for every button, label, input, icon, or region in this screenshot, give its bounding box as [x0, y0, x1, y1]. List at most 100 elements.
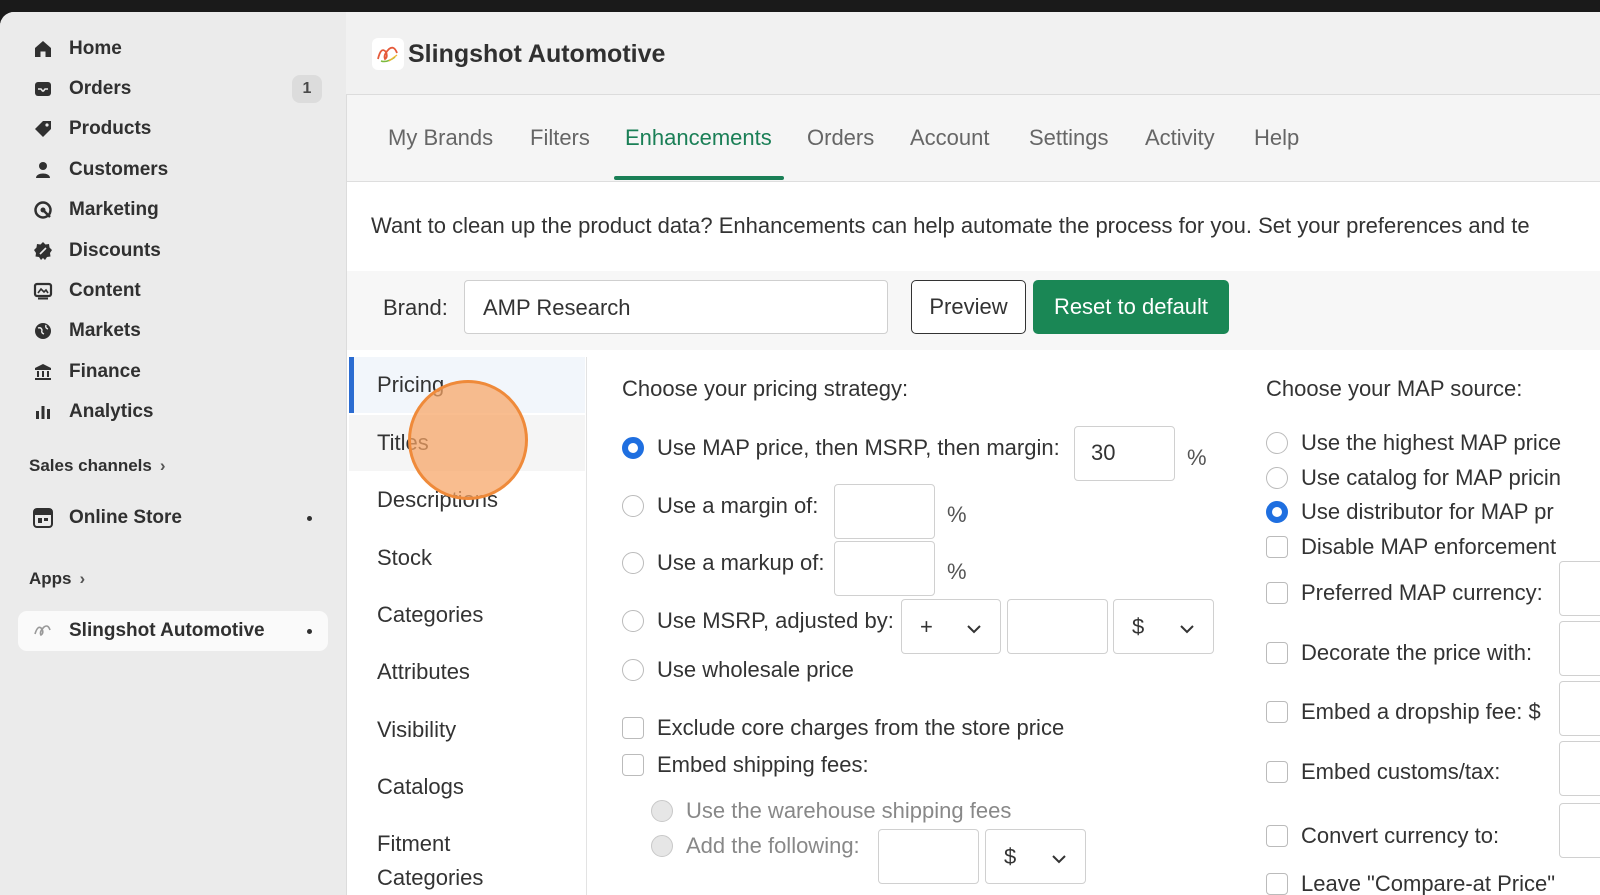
- checkbox[interactable]: [1266, 536, 1288, 558]
- subnav-attributes[interactable]: Attributes: [349, 644, 585, 700]
- sidebar-item-online-store[interactable]: Online Store: [18, 499, 328, 537]
- subnav-visibility[interactable]: Visibility: [349, 702, 585, 758]
- msrp-adjust-input[interactable]: [1007, 599, 1108, 654]
- map-currency-checkbox[interactable]: Preferred MAP currency:: [1266, 580, 1543, 606]
- option-map-msrp-margin[interactable]: Use MAP price, then MSRP, then margin:: [622, 435, 1060, 461]
- checkbox[interactable]: [1266, 873, 1288, 895]
- markup-input[interactable]: [834, 541, 935, 596]
- embed-shipping-checkbox[interactable]: Embed shipping fees:: [622, 752, 869, 778]
- checkbox[interactable]: [1266, 582, 1288, 604]
- sidebar-item-label: Content: [69, 280, 141, 301]
- subnav-categories[interactable]: Categories: [349, 587, 585, 643]
- option-label: Exclude core charges from the store pric…: [657, 715, 1065, 740]
- radio[interactable]: [651, 800, 673, 822]
- sidebar-item-content[interactable]: Content: [18, 272, 328, 310]
- radio[interactable]: [1266, 432, 1288, 454]
- tab-orders[interactable]: Orders: [807, 125, 874, 151]
- select-value: $: [1132, 613, 1145, 639]
- apps-header[interactable]: Apps ›: [29, 569, 85, 589]
- checkbox[interactable]: [1266, 761, 1288, 783]
- checkbox[interactable]: [622, 717, 644, 739]
- sidebar-item-orders[interactable]: Orders 1: [18, 70, 328, 108]
- radio[interactable]: [622, 552, 644, 574]
- dropship-fee-input[interactable]: [1559, 681, 1600, 736]
- bar-chart-icon: [31, 400, 55, 424]
- option-label: Use catalog for MAP pricin: [1301, 465, 1562, 490]
- radio-selected[interactable]: [1266, 501, 1288, 523]
- radio[interactable]: [622, 495, 644, 517]
- msrp-sign-select[interactable]: +: [901, 599, 1001, 654]
- shipping-unit-select[interactable]: $: [985, 829, 1086, 884]
- radio[interactable]: [622, 610, 644, 632]
- sidebar-item-products[interactable]: Products: [18, 110, 328, 148]
- sidebar-item-customers[interactable]: Customers: [18, 151, 328, 189]
- subnav-catalogs[interactable]: Catalogs: [349, 759, 585, 815]
- sidebar-item-finance[interactable]: Finance: [18, 353, 328, 391]
- radio[interactable]: [651, 835, 673, 857]
- disable-map-checkbox[interactable]: Disable MAP enforcement: [1266, 534, 1556, 560]
- option-margin[interactable]: Use a margin of:: [622, 493, 818, 519]
- decorate-price-input[interactable]: [1559, 621, 1600, 676]
- sidebar-item-home[interactable]: Home: [18, 30, 328, 68]
- radio[interactable]: [622, 659, 644, 681]
- option-label: Embed customs/tax:: [1301, 759, 1501, 784]
- option-label: Use a markup of:: [657, 550, 825, 575]
- option-msrp-adjusted[interactable]: Use MSRP, adjusted by:: [622, 608, 894, 634]
- option-label: Use MSRP, adjusted by:: [657, 608, 894, 633]
- tab-filters[interactable]: Filters: [530, 125, 590, 151]
- sidebar-item-label: Products: [69, 118, 152, 139]
- sidebar-item-label: Customers: [69, 159, 169, 180]
- option-highest-map[interactable]: Use the highest MAP price: [1266, 430, 1561, 456]
- globe-icon: [31, 319, 55, 343]
- person-icon: [31, 158, 55, 182]
- sidebar-item-label: Markets: [69, 320, 141, 341]
- checkbox[interactable]: [1266, 642, 1288, 664]
- app-main: Slingshot Automotive My Brands Filters E…: [346, 12, 1600, 895]
- brand-bar: Brand: AMP Research Preview Reset to def…: [347, 271, 1600, 350]
- home-icon: [31, 37, 55, 61]
- dropship-fee-checkbox[interactable]: Embed a dropship fee: $: [1266, 699, 1541, 725]
- sidebar-item-marketing[interactable]: Marketing: [18, 191, 328, 229]
- checkbox[interactable]: [622, 754, 644, 776]
- map-currency-input[interactable]: [1559, 561, 1600, 616]
- option-add-following[interactable]: Add the following:: [651, 833, 860, 859]
- tab-help[interactable]: Help: [1254, 125, 1299, 151]
- tab-account[interactable]: Account: [910, 125, 990, 151]
- tab-settings[interactable]: Settings: [1029, 125, 1109, 151]
- margin-input[interactable]: [834, 484, 935, 539]
- option-wholesale[interactable]: Use wholesale price: [622, 657, 854, 683]
- sidebar-item-markets[interactable]: Markets: [18, 312, 328, 350]
- radio-selected[interactable]: [622, 437, 644, 459]
- convert-currency-input[interactable]: [1559, 803, 1600, 858]
- decorate-price-checkbox[interactable]: Decorate the price with:: [1266, 640, 1532, 666]
- tab-bar: My Brands Filters Enhancements Orders Ac…: [347, 95, 1600, 182]
- compare-at-price-checkbox[interactable]: Leave "Compare-at Price": [1266, 871, 1555, 895]
- msrp-unit-select[interactable]: $: [1113, 599, 1214, 654]
- customs-tax-checkbox[interactable]: Embed customs/tax:: [1266, 759, 1500, 785]
- radio[interactable]: [1266, 467, 1288, 489]
- margin-percent-input[interactable]: 30: [1074, 426, 1175, 481]
- sidebar-item-analytics[interactable]: Analytics: [18, 393, 328, 431]
- option-markup[interactable]: Use a markup of:: [622, 550, 825, 576]
- checkbox[interactable]: [1266, 701, 1288, 723]
- subnav-fitment-categories[interactable]: Fitment Categories: [349, 817, 529, 895]
- tab-my-brands[interactable]: My Brands: [388, 125, 493, 151]
- sidebar-item-label: Finance: [69, 361, 141, 382]
- reset-to-default-button[interactable]: Reset to default: [1033, 280, 1229, 334]
- option-catalog-map[interactable]: Use catalog for MAP pricin: [1266, 465, 1561, 491]
- exclude-core-charges-checkbox[interactable]: Exclude core charges from the store pric…: [622, 715, 1064, 741]
- option-distributor-map[interactable]: Use distributor for MAP pr: [1266, 499, 1554, 525]
- checkbox[interactable]: [1266, 825, 1288, 847]
- sidebar-item-discounts[interactable]: Discounts: [18, 232, 328, 270]
- brand-input[interactable]: AMP Research: [464, 280, 888, 334]
- preview-button[interactable]: Preview: [911, 280, 1026, 334]
- subnav-stock[interactable]: Stock: [349, 530, 585, 586]
- tab-enhancements[interactable]: Enhancements: [625, 125, 772, 151]
- sidebar-item-slingshot-app[interactable]: Slingshot Automotive: [18, 611, 328, 651]
- option-warehouse-fees[interactable]: Use the warehouse shipping fees: [651, 798, 1011, 824]
- tab-activity[interactable]: Activity: [1145, 125, 1215, 151]
- convert-currency-checkbox[interactable]: Convert currency to:: [1266, 823, 1499, 849]
- shipping-amount-input[interactable]: [878, 829, 979, 884]
- customs-tax-input[interactable]: [1559, 741, 1600, 796]
- sales-channels-header[interactable]: Sales channels ›: [29, 456, 166, 476]
